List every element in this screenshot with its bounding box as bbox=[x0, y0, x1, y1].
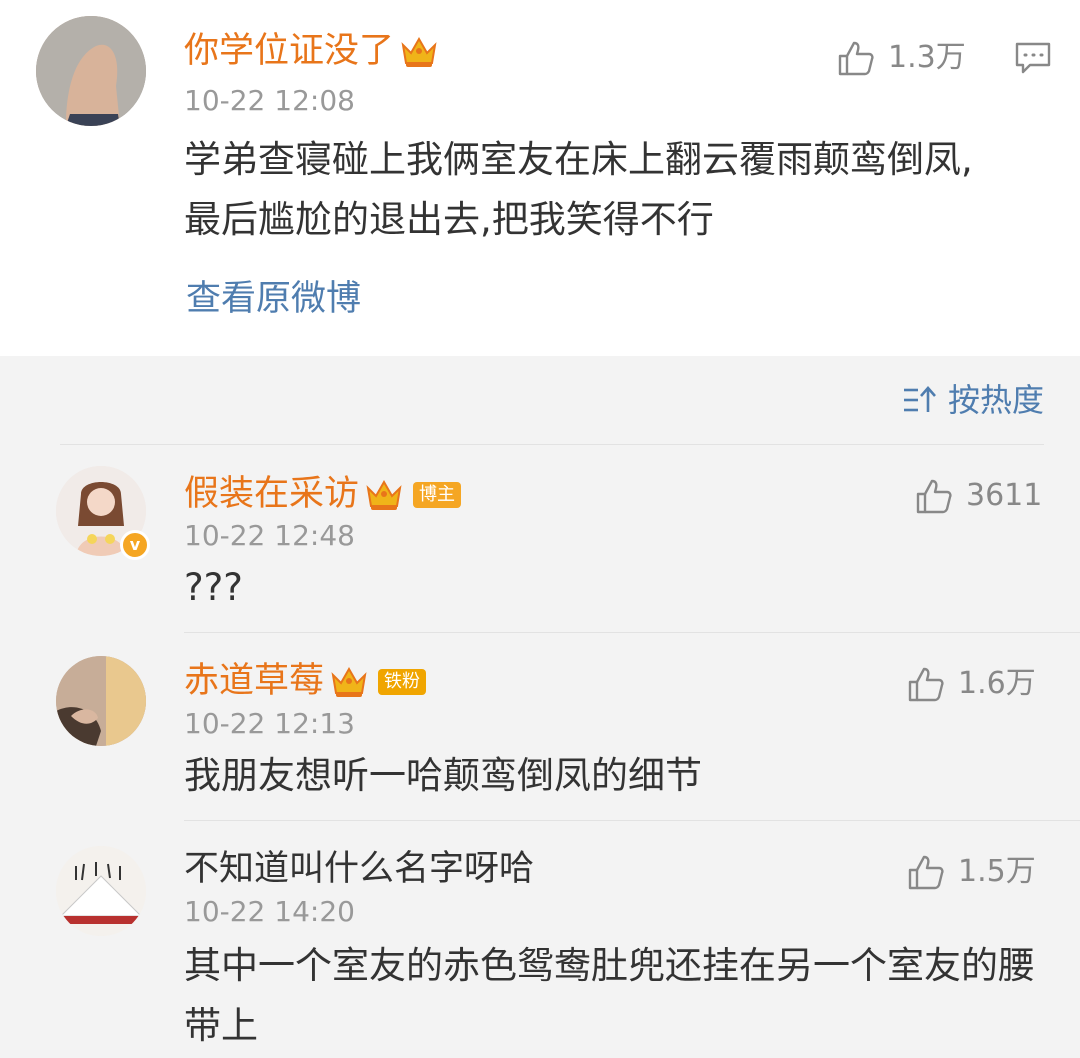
like-button[interactable]: 1.5万 bbox=[906, 852, 1036, 892]
timestamp: 10-22 14:20 bbox=[184, 895, 355, 928]
divider bbox=[60, 444, 1044, 445]
avatar[interactable] bbox=[36, 16, 146, 126]
divider bbox=[184, 632, 1080, 633]
comment-content-line: 其中一个室友的赤色鸳鸯肚兜还挂在另一个室友的腰 bbox=[184, 944, 1035, 987]
fan-badge: 铁粉 bbox=[378, 668, 427, 695]
timestamp: 10-22 12:48 bbox=[184, 519, 355, 552]
comment-content-line: 带上 bbox=[184, 1004, 258, 1047]
username-text[interactable]: 假装在采访 bbox=[184, 477, 359, 512]
sort-label: 按热度 bbox=[948, 381, 1045, 419]
username-text[interactable]: 你学位证没了 bbox=[184, 34, 394, 69]
comment-icon[interactable] bbox=[1014, 40, 1052, 76]
post-content: 学弟查寝碰上我俩室友在床上翻云覆雨颠鸾倒凤, 最后尴尬的退出去,把我笑得不行 bbox=[184, 130, 1044, 250]
like-button[interactable]: 3611 bbox=[914, 476, 1042, 516]
crown-icon bbox=[401, 36, 437, 67]
comment-content: 其中一个室友的赤色鸳鸯肚兜还挂在另一个室友的腰 带上 bbox=[184, 936, 1064, 1056]
thumbs-up-icon bbox=[916, 479, 952, 514]
main-post: 你学位证没了 10-22 12:08 1.3万 学弟查寝碰上我俩室友在床上翻云覆… bbox=[0, 0, 1080, 356]
verified-icon: v bbox=[120, 530, 150, 560]
username-text[interactable]: 赤道草莓 bbox=[184, 664, 324, 699]
thumbs-up-icon bbox=[838, 41, 874, 76]
avatar[interactable] bbox=[56, 656, 146, 746]
sort-icon bbox=[904, 386, 936, 412]
like-count: 1.6万 bbox=[958, 666, 1036, 701]
avatar[interactable] bbox=[56, 846, 146, 936]
like-count: 1.3万 bbox=[888, 40, 966, 75]
post-content-line: 学弟查寝碰上我俩室友在床上翻云覆雨颠鸾倒凤, bbox=[184, 138, 973, 181]
like-count: 1.5万 bbox=[958, 854, 1036, 889]
divider bbox=[184, 820, 1080, 821]
comment-content: 我朋友想听一哈颠鸾倒凤的细节 bbox=[184, 754, 702, 797]
blogger-badge: 博主 bbox=[413, 481, 462, 508]
thumbs-up-icon bbox=[908, 855, 944, 890]
post-content-line: 最后尴尬的退出去,把我笑得不行 bbox=[184, 198, 714, 241]
view-original-link[interactable]: 查看原微博 bbox=[186, 282, 361, 317]
like-button[interactable]: 1.3万 bbox=[836, 38, 966, 78]
username[interactable]: 不知道叫什么名字呀哈 bbox=[184, 852, 534, 887]
sort-by-hot-button[interactable]: 按热度 bbox=[902, 384, 1044, 416]
like-button[interactable]: 1.6万 bbox=[906, 664, 1036, 704]
thumbs-up-icon bbox=[908, 667, 944, 702]
username[interactable]: 你学位证没了 bbox=[184, 34, 438, 69]
timestamp: 10-22 12:13 bbox=[184, 707, 355, 740]
comment-content: ??? bbox=[184, 566, 243, 609]
username[interactable]: 假装在采访 博主 bbox=[184, 477, 462, 512]
like-count: 3611 bbox=[966, 478, 1043, 513]
username-text[interactable]: 不知道叫什么名字呀哈 bbox=[184, 852, 534, 887]
crown-icon bbox=[366, 479, 402, 510]
timestamp: 10-22 12:08 bbox=[184, 84, 355, 117]
username[interactable]: 赤道草莓 铁粉 bbox=[184, 664, 427, 699]
crown-icon bbox=[331, 666, 367, 697]
